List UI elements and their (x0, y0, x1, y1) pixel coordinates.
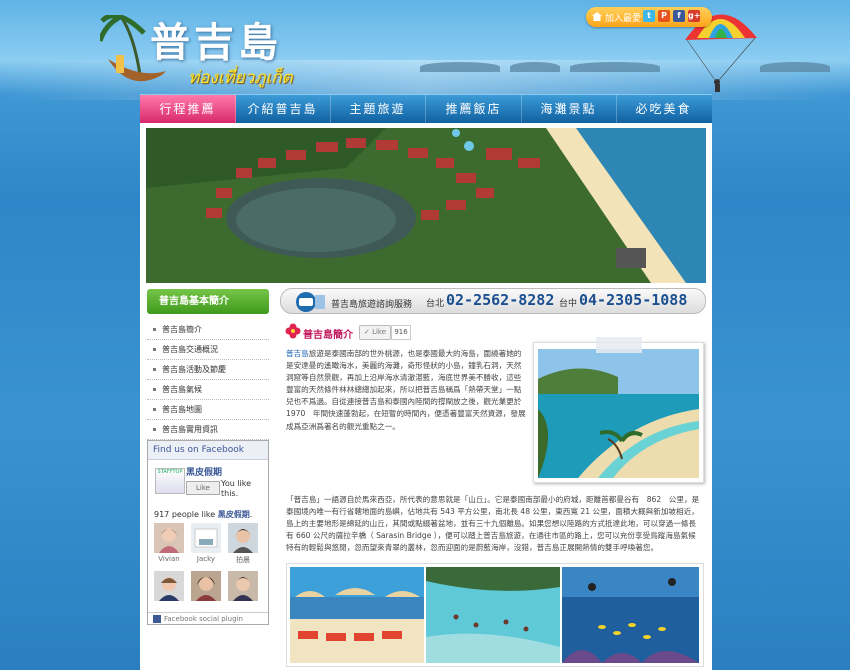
distant-island (420, 62, 500, 72)
taipei-label: 台北 (426, 299, 445, 309)
nav-item-hotels[interactable]: 推薦飯店 (426, 95, 522, 124)
article-paragraph-1-text: 旅遊是泰國南部的世外桃源，也是泰國最大的海島，圍繞著她的是安達曼的遙瞰海水，美麗… (286, 349, 526, 431)
friend-name[interactable]: Jacky (189, 555, 223, 563)
distant-island (570, 62, 660, 72)
article-like-label: Like (372, 328, 387, 336)
friend-avatar[interactable] (191, 571, 221, 601)
google-plus-icon[interactable]: g+ (688, 10, 700, 22)
nav-item-beaches[interactable]: 海灘景點 (521, 95, 617, 124)
facebook-like-box: Find us on Facebook STAFFTOP 黑皮假期 Like Y… (147, 440, 269, 625)
thumbs-up-icon: ✓ (363, 328, 370, 336)
nav-item-theme-tours[interactable]: 主題旅遊 (330, 95, 426, 124)
main-nav: 行程推薦 介紹普吉島 主題旅遊 推薦飯店 海灘景點 必吃美食 (140, 94, 712, 124)
site-logo-subtitle: ท่องเที่ยวภูเก็ต (188, 68, 293, 88)
photo-gallery (286, 563, 704, 667)
facebook-count-prefix: 917 people like (154, 510, 218, 519)
taipei-phone[interactable]: 02-2562-8282 (446, 291, 554, 309)
friend-avatar[interactable] (228, 523, 258, 553)
friend-avatar[interactable] (228, 571, 258, 601)
facebook-you-like-text: You like this. (221, 479, 252, 498)
sidebar-item-map[interactable]: 普吉島地圖 (147, 400, 269, 420)
article-paragraph-2: 「普吉島」一語源自於馬來西亞，所代表的意思就是「山丘」。它是泰國南部最小的府城，… (286, 495, 700, 553)
friend-avatar[interactable] (154, 523, 184, 553)
facebook-count-suffix: . (249, 510, 253, 519)
site-logo-title[interactable]: 普吉島 (150, 10, 282, 68)
add-favorite-link[interactable]: 加入最愛 (605, 11, 641, 24)
facebook-icon[interactable]: f (673, 10, 685, 22)
article-link-phuket[interactable]: 普吉島 (286, 349, 309, 358)
hibiscus-flower-icon (285, 323, 301, 339)
facebook-page-thumbnail[interactable]: STAFFTOP (155, 468, 185, 494)
nav-item-itinerary[interactable]: 行程推薦 (140, 95, 236, 124)
sidebar-item-overview[interactable]: 普吉島簡介 (147, 320, 269, 340)
facebook-like-count: 917 people like 黑皮假期. (154, 509, 252, 520)
plurk-icon[interactable]: P (658, 10, 670, 22)
sidebar-menu: 普吉島簡介 普吉島交通概況 普吉島活動及節慶 普吉島氣候 普吉島地圖 普吉島實用… (147, 320, 269, 440)
nav-item-about-phuket[interactable]: 介紹普吉島 (235, 95, 331, 124)
facebook-like-button[interactable]: Like (186, 481, 220, 495)
twitter-icon[interactable]: t (643, 10, 655, 22)
article-title: 普吉島簡介 (303, 330, 353, 341)
distant-island (760, 62, 830, 72)
social-bar: 加入最愛 t P f g+ (586, 7, 712, 27)
article-paragraph-1: 普吉島旅遊是泰國南部的世外桃源，也是泰國最大的海島，圍繞著她的是安達曼的遙瞰海水… (286, 348, 526, 433)
phone-icon (296, 292, 325, 312)
friend-avatar[interactable] (154, 571, 184, 601)
friend-name[interactable]: 拍晨 (226, 555, 260, 565)
taichung-phone[interactable]: 04-2305-1088 (579, 291, 687, 309)
contact-bar: 普吉島旅遊諮詢服務 台北 02-2562-8282 台中 04-2305-108… (280, 288, 706, 314)
facebook-count-page-link[interactable]: 黑皮假期 (218, 510, 250, 519)
facebook-plugin-label: Facebook social plugin (164, 615, 243, 623)
home-icon[interactable] (592, 12, 602, 21)
swimming-beach-photo[interactable] (426, 567, 560, 663)
sidebar-item-climate[interactable]: 普吉島氣候 (147, 380, 269, 400)
beach-chairs-photo[interactable] (290, 567, 424, 663)
facebook-small-icon (153, 615, 161, 623)
article-like-count: 916 (391, 325, 411, 340)
facebook-box-heading: Find us on Facebook (148, 441, 268, 460)
distant-island (510, 62, 560, 72)
nav-item-food[interactable]: 必吃美食 (616, 95, 711, 124)
sidebar-item-transport[interactable]: 普吉島交通概況 (147, 340, 269, 360)
facebook-plugin-footer[interactable]: Facebook social plugin (148, 612, 268, 624)
article-like-button[interactable]: ✓ Like (359, 325, 391, 340)
sidebar-heading: 普吉島基本簡介 (147, 289, 269, 314)
friend-name[interactable]: Vivian (152, 555, 186, 563)
beach-photo (533, 342, 704, 483)
friend-avatar[interactable] (191, 523, 221, 553)
sidebar-item-practical-info[interactable]: 普吉島實用資訊 (147, 420, 269, 440)
resort-banner-image (146, 128, 706, 283)
diving-photo[interactable] (562, 567, 699, 663)
beach-photo-image (538, 349, 699, 478)
consultation-service-label: 普吉島旅遊諮詢服務 (331, 300, 413, 310)
facebook-page-name[interactable]: 黑皮假期 (186, 465, 222, 478)
taichung-label: 台中 (559, 299, 578, 309)
photo-tape-decoration (596, 337, 642, 353)
sidebar-item-festivals[interactable]: 普吉島活動及節慶 (147, 360, 269, 380)
